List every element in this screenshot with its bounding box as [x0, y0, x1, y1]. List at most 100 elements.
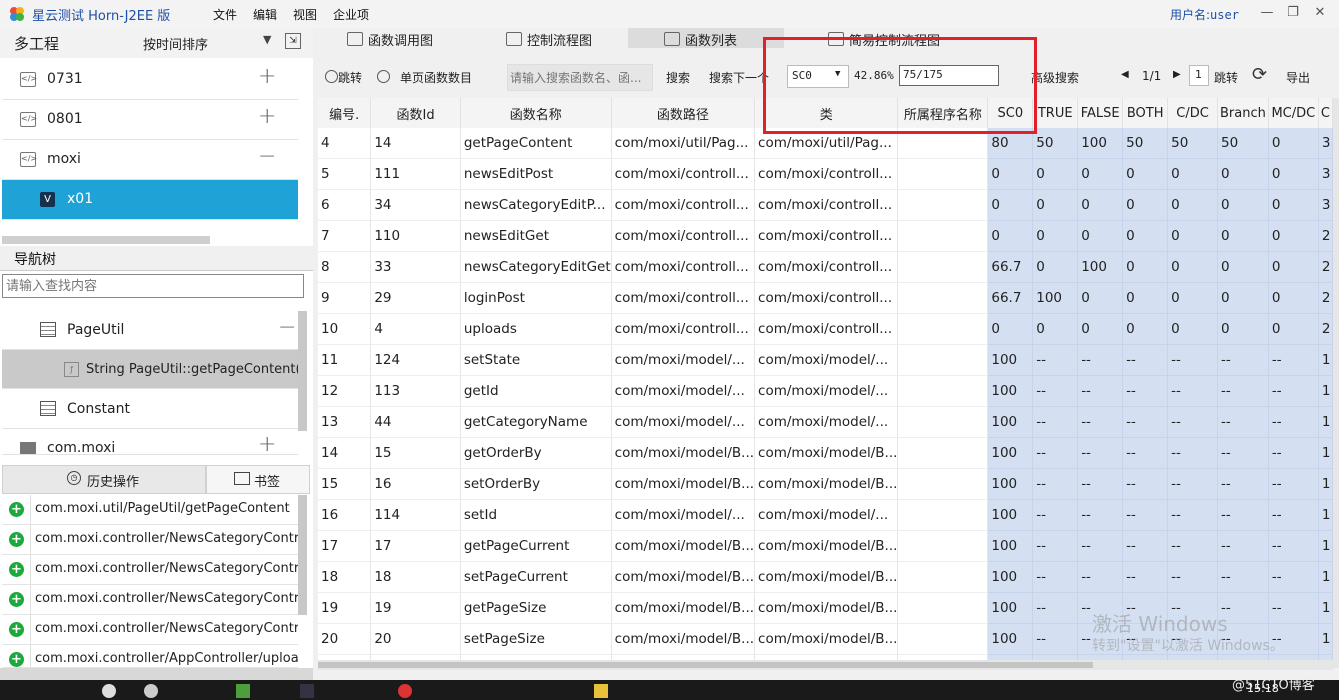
add-icon[interactable]: + [9, 532, 24, 547]
expand-icon[interactable]: + [258, 432, 276, 454]
tab-history[interactable]: ◷ 历史操作 [2, 465, 206, 494]
column-header[interactable]: Branch [1217, 98, 1269, 128]
project-item-x01[interactable]: V x01 [2, 180, 298, 220]
nav-item-pageutil[interactable]: PageUtil − [2, 311, 298, 350]
collapse-icon[interactable]: − [258, 144, 276, 169]
project-item-0731[interactable]: </> 0731 + [2, 60, 298, 100]
menu-enterprise[interactable]: 企业项 [333, 6, 369, 23]
column-header[interactable]: FALSE [1077, 98, 1124, 128]
advanced-search-button[interactable]: 高级搜索 [1031, 69, 1079, 86]
nav-item-method[interactable]: ƒ String PageUtil::getPageContent(St [2, 350, 298, 389]
highlight-box [763, 37, 1037, 134]
chevron-down-icon[interactable]: ▼ [263, 33, 271, 46]
table-row[interactable]: 14 15 getOrderBy com/moxi/model/B... com/mox… [318, 437, 1333, 469]
column-header[interactable]: C [1318, 98, 1333, 128]
search-input[interactable] [507, 64, 653, 91]
add-icon[interactable]: + [9, 592, 24, 607]
nav-item-package[interactable]: com.moxi + [2, 430, 298, 455]
history-row[interactable]: + com.moxi.controller/NewsCategoryContro [2, 525, 298, 555]
app-icon[interactable] [102, 684, 116, 698]
history-text: com.moxi.controller/NewsCategoryContro [35, 591, 298, 606]
vertical-scrollbar[interactable] [1333, 98, 1339, 668]
column-header[interactable]: MC/DC [1268, 98, 1319, 128]
project-label: 0801 [47, 111, 83, 127]
table-row[interactable]: 10 4 uploads com/moxi/controll... com/moxi/c… [318, 313, 1333, 345]
table-row[interactable]: 16 114 setId com/moxi/model/... com/moxi/mod… [318, 499, 1333, 531]
goto-button[interactable]: 跳转 [1214, 69, 1238, 86]
table-row[interactable]: 18 18 setPageCurrent com/moxi/model/B... com… [318, 561, 1333, 593]
flow-icon [506, 32, 522, 46]
export-button[interactable]: 导出 [1286, 69, 1310, 86]
column-header[interactable]: 函数路径 [611, 98, 756, 128]
project-item-moxi[interactable]: </> moxi − [2, 140, 298, 180]
table-row[interactable]: 11 124 setState com/moxi/model/... com/moxi/… [318, 344, 1333, 376]
tab-call-graph[interactable]: 函数调用图 [347, 30, 433, 50]
table-row[interactable]: 8 33 newsCategoryEditGet com/moxi/controll.… [318, 251, 1333, 283]
add-icon[interactable]: + [9, 652, 24, 667]
column-header[interactable]: TRUE [1032, 98, 1079, 128]
app-icon[interactable] [300, 684, 314, 698]
table-cell: 0 [987, 158, 1034, 190]
nav-search-input[interactable] [2, 274, 304, 298]
table-row[interactable]: 17 17 getPageCurrent com/moxi/model/B... com… [318, 530, 1333, 562]
single-page-radio[interactable]: 单页函数数目 [377, 69, 472, 86]
table-row[interactable]: 5 111 newsEditPost com/moxi/controll... com/… [318, 158, 1333, 190]
expand-icon[interactable]: + [258, 104, 276, 129]
table-row[interactable]: 12 113 getId com/moxi/model/... com/moxi/mod… [318, 375, 1333, 407]
nav-item-constant[interactable]: Constant [2, 390, 298, 429]
history-row[interactable]: + com.moxi.controller/AppController/uploa… [2, 645, 298, 668]
vertical-scrollbar[interactable] [298, 311, 307, 431]
tab-control-flow[interactable]: 控制流程图 [506, 30, 592, 50]
sort-select[interactable]: 按时间排序 [143, 34, 208, 53]
collapse-icon[interactable]: ⇲ [285, 33, 301, 49]
search-button[interactable]: 搜索 [666, 69, 690, 86]
history-row[interactable]: + com.moxi.util/PageUtil/getPageContent [2, 495, 298, 525]
table-row[interactable]: 13 44 getCategoryName com/moxi/model/... com… [318, 406, 1333, 438]
table-cell: 0 [1268, 189, 1319, 221]
menu-file[interactable]: 文件 [213, 6, 237, 23]
column-header[interactable]: BOTH [1122, 98, 1169, 128]
vertical-scrollbar[interactable] [298, 495, 307, 615]
tab-function-list[interactable]: 函数列表 [628, 28, 784, 49]
column-header[interactable]: 函数名称 [460, 98, 612, 128]
expand-icon[interactable]: + [258, 64, 276, 89]
table-row[interactable]: 9 29 loginPost com/moxi/controll... com/moxi… [318, 282, 1333, 314]
add-icon[interactable]: + [9, 502, 24, 517]
column-header[interactable]: 编号. [318, 98, 372, 128]
close-icon[interactable]: ✕ [1311, 4, 1329, 22]
refresh-icon[interactable]: ⟳ [1252, 64, 1267, 85]
app-icon[interactable] [398, 684, 412, 698]
code-file-icon: </> [20, 72, 37, 87]
history-row[interactable]: + com.moxi.controller/NewsCategoryContro [2, 585, 298, 615]
table-cell: 16 [370, 468, 461, 500]
projects-header: 多工程 按时间排序 ▼ ⇲ [0, 28, 313, 58]
tab-bookmark[interactable]: 书签 [206, 465, 310, 494]
column-header[interactable]: C/DC [1167, 98, 1218, 128]
search-next-button[interactable]: 搜索下一个 [709, 69, 769, 86]
next-page-icon[interactable]: ▶ [1173, 69, 1181, 80]
table-row[interactable]: 15 16 setOrderBy com/moxi/model/B... com/mox… [318, 468, 1333, 500]
restore-icon[interactable]: ❐ [1284, 4, 1302, 22]
menu-edit[interactable]: 编辑 [253, 6, 277, 23]
history-row[interactable]: + com.moxi.controller/NewsCategoryContro [2, 615, 298, 645]
project-item-0801[interactable]: </> 0801 + [2, 100, 298, 140]
menu-view[interactable]: 视图 [293, 6, 317, 23]
horizontal-scrollbar[interactable] [318, 660, 1333, 670]
table-row[interactable]: 6 34 newsCategoryEditP... com/moxi/controll… [318, 189, 1333, 221]
collapse-icon[interactable]: − [278, 315, 296, 340]
app-icon[interactable] [236, 684, 250, 698]
app-icon[interactable] [594, 684, 608, 698]
column-header[interactable]: 函数Id [370, 98, 461, 128]
app-icon[interactable] [144, 684, 158, 698]
scroll-thumb[interactable] [318, 662, 1093, 668]
add-icon[interactable]: + [9, 622, 24, 637]
table-cell: 0 [1167, 282, 1218, 314]
minimize-icon[interactable]: — [1258, 4, 1276, 22]
prev-page-icon[interactable]: ◀ [1121, 69, 1129, 80]
table-row[interactable]: 7 110 newsEditGet com/moxi/controll... com/m… [318, 220, 1333, 252]
add-icon[interactable]: + [9, 562, 24, 577]
history-row[interactable]: + com.moxi.controller/NewsCategoryContro [2, 555, 298, 585]
page-input[interactable]: 1 [1189, 65, 1209, 86]
jump-radio[interactable]: 跳转 [325, 69, 362, 86]
horizontal-scrollbar[interactable] [2, 236, 210, 244]
